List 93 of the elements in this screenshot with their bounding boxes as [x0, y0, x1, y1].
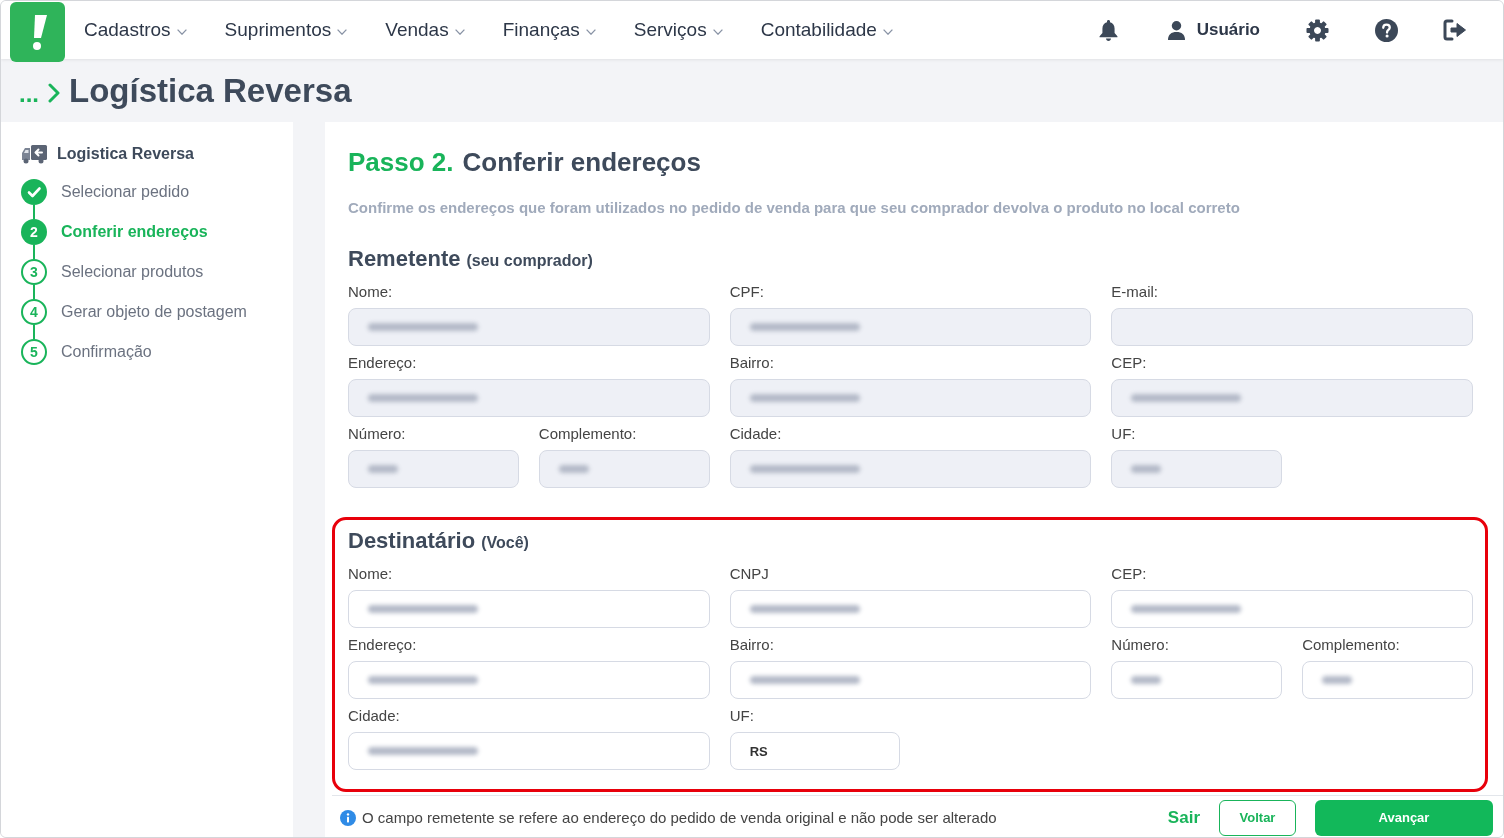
blurred-text-icon [749, 394, 860, 402]
blurred-text-icon [368, 605, 478, 613]
step-number: Passo 2. [348, 145, 454, 179]
input-field[interactable] [729, 661, 1092, 699]
step-description: Confirme os endereços que foram utilizados no pedido de venda para que seu comprador devolva o produto no local correto [348, 198, 1241, 218]
step-connector-line [33, 205, 35, 219]
truck-icon [21, 144, 48, 164]
blurred-text-icon [749, 465, 860, 473]
field-label: E-mail: [1111, 283, 1159, 301]
step-label[interactable]: Selecionar pedido [61, 179, 190, 205]
field-label: Complemento: [1302, 636, 1401, 654]
step-marker: 4 [21, 299, 47, 325]
info-note: O campo remetente se refere ao endereço do pedido de venda original e não pode ser alterado [362, 807, 998, 828]
field-label: Nome: [348, 283, 394, 301]
blurred-text-icon [368, 747, 478, 755]
chevron-down-icon [176, 29, 187, 35]
section-title: Destinatário [348, 528, 476, 554]
chevron-down-icon [337, 29, 348, 35]
input-field[interactable] [348, 732, 710, 770]
input-field[interactable] [348, 661, 710, 699]
field-label: CEP: [1111, 565, 1148, 583]
step-connector-line [33, 285, 35, 299]
back-button[interactable]: Voltar [1219, 800, 1296, 836]
step-connector-line [33, 325, 35, 339]
field-label: Endereço: [348, 354, 418, 372]
blurred-text-icon [368, 676, 478, 684]
blurred-text-icon [368, 465, 398, 473]
section-subtitle: (Você) [481, 533, 529, 553]
input-field[interactable] [729, 590, 1092, 628]
nav-menu-item[interactable]: Vendas [385, 18, 465, 42]
input-field[interactable] [348, 590, 710, 628]
step-label[interactable]: Selecionar produtos [61, 259, 204, 285]
logout-icon[interactable] [1443, 19, 1467, 41]
nav-menu-item[interactable]: Cadastros [84, 18, 187, 42]
user-icon [1167, 20, 1185, 40]
field-label: Cidade: [348, 707, 401, 725]
field-label: Cidade: [729, 425, 783, 443]
info-icon [340, 810, 356, 826]
page-title: Logística Reversa [69, 70, 352, 111]
nav-menu-item[interactable]: Suprimentos [224, 18, 348, 42]
field-label: CEP: [1111, 354, 1148, 372]
exit-link[interactable]: Sair [1167, 805, 1200, 831]
chevron-down-icon [712, 29, 723, 35]
blurred-text-icon [1131, 465, 1162, 473]
blurred-text-icon [368, 394, 478, 402]
field-label: Bairro: [729, 636, 775, 654]
sidebar-title: Logistica Reversa [57, 144, 194, 164]
logo-icon[interactable] [10, 2, 65, 62]
step-marker: 2 [21, 219, 47, 245]
blurred-text-icon [558, 465, 589, 473]
step-label[interactable]: Confirmação [61, 339, 152, 365]
step-connector-line [33, 245, 35, 259]
field-label: Endereço: [348, 636, 418, 654]
notification-bell-icon[interactable] [1098, 19, 1118, 41]
chevron-down-icon [454, 29, 465, 35]
nav-menu-item[interactable]: Serviços [633, 18, 723, 42]
blurred-text-icon [1131, 394, 1242, 402]
help-icon[interactable] [1375, 18, 1398, 42]
chevron-down-icon [585, 29, 596, 35]
field-label: UF: [1111, 425, 1137, 443]
field-label: Nome: [348, 565, 394, 583]
settings-icon[interactable] [1306, 18, 1329, 42]
step-marker: 3 [21, 259, 47, 285]
blurred-text-icon [749, 323, 860, 331]
step-label[interactable]: Gerar objeto de postagem [61, 299, 247, 325]
nav-menu-item[interactable]: Finanças [502, 18, 596, 42]
field-label: CNPJ [729, 565, 770, 583]
step-heading: Conferir endereços [462, 145, 701, 179]
blurred-text-icon [1131, 605, 1242, 613]
user-menu[interactable]: Usuário [1167, 17, 1260, 43]
next-button[interactable]: Avançar [1315, 800, 1493, 836]
section-title: Remetente [348, 246, 461, 272]
chevron-down-icon [882, 29, 893, 35]
field-label: Número: [1111, 636, 1170, 654]
blurred-text-icon [1131, 676, 1162, 684]
input-field[interactable]: RS [729, 732, 901, 770]
blurred-text-icon [1322, 676, 1353, 684]
section-subtitle: (seu comprador) [466, 251, 593, 271]
step-marker: 5 [21, 339, 47, 365]
blurred-text-icon [749, 605, 860, 613]
field-label: CPF: [729, 283, 765, 301]
step-label[interactable]: Conferir endereços [61, 219, 208, 245]
field-label: Complemento: [538, 425, 638, 443]
field-label: Bairro: [729, 354, 775, 372]
blurred-text-icon [749, 676, 860, 684]
blurred-text-icon [368, 323, 478, 331]
input-field[interactable] [1111, 661, 1283, 699]
chevron-right-icon [48, 82, 60, 103]
nav-menu-item[interactable]: Contabilidade [760, 18, 893, 42]
field-label: UF: [729, 707, 755, 725]
input-field[interactable] [1111, 590, 1473, 628]
field-label: Número: [348, 425, 407, 443]
input-field[interactable] [1302, 661, 1473, 699]
